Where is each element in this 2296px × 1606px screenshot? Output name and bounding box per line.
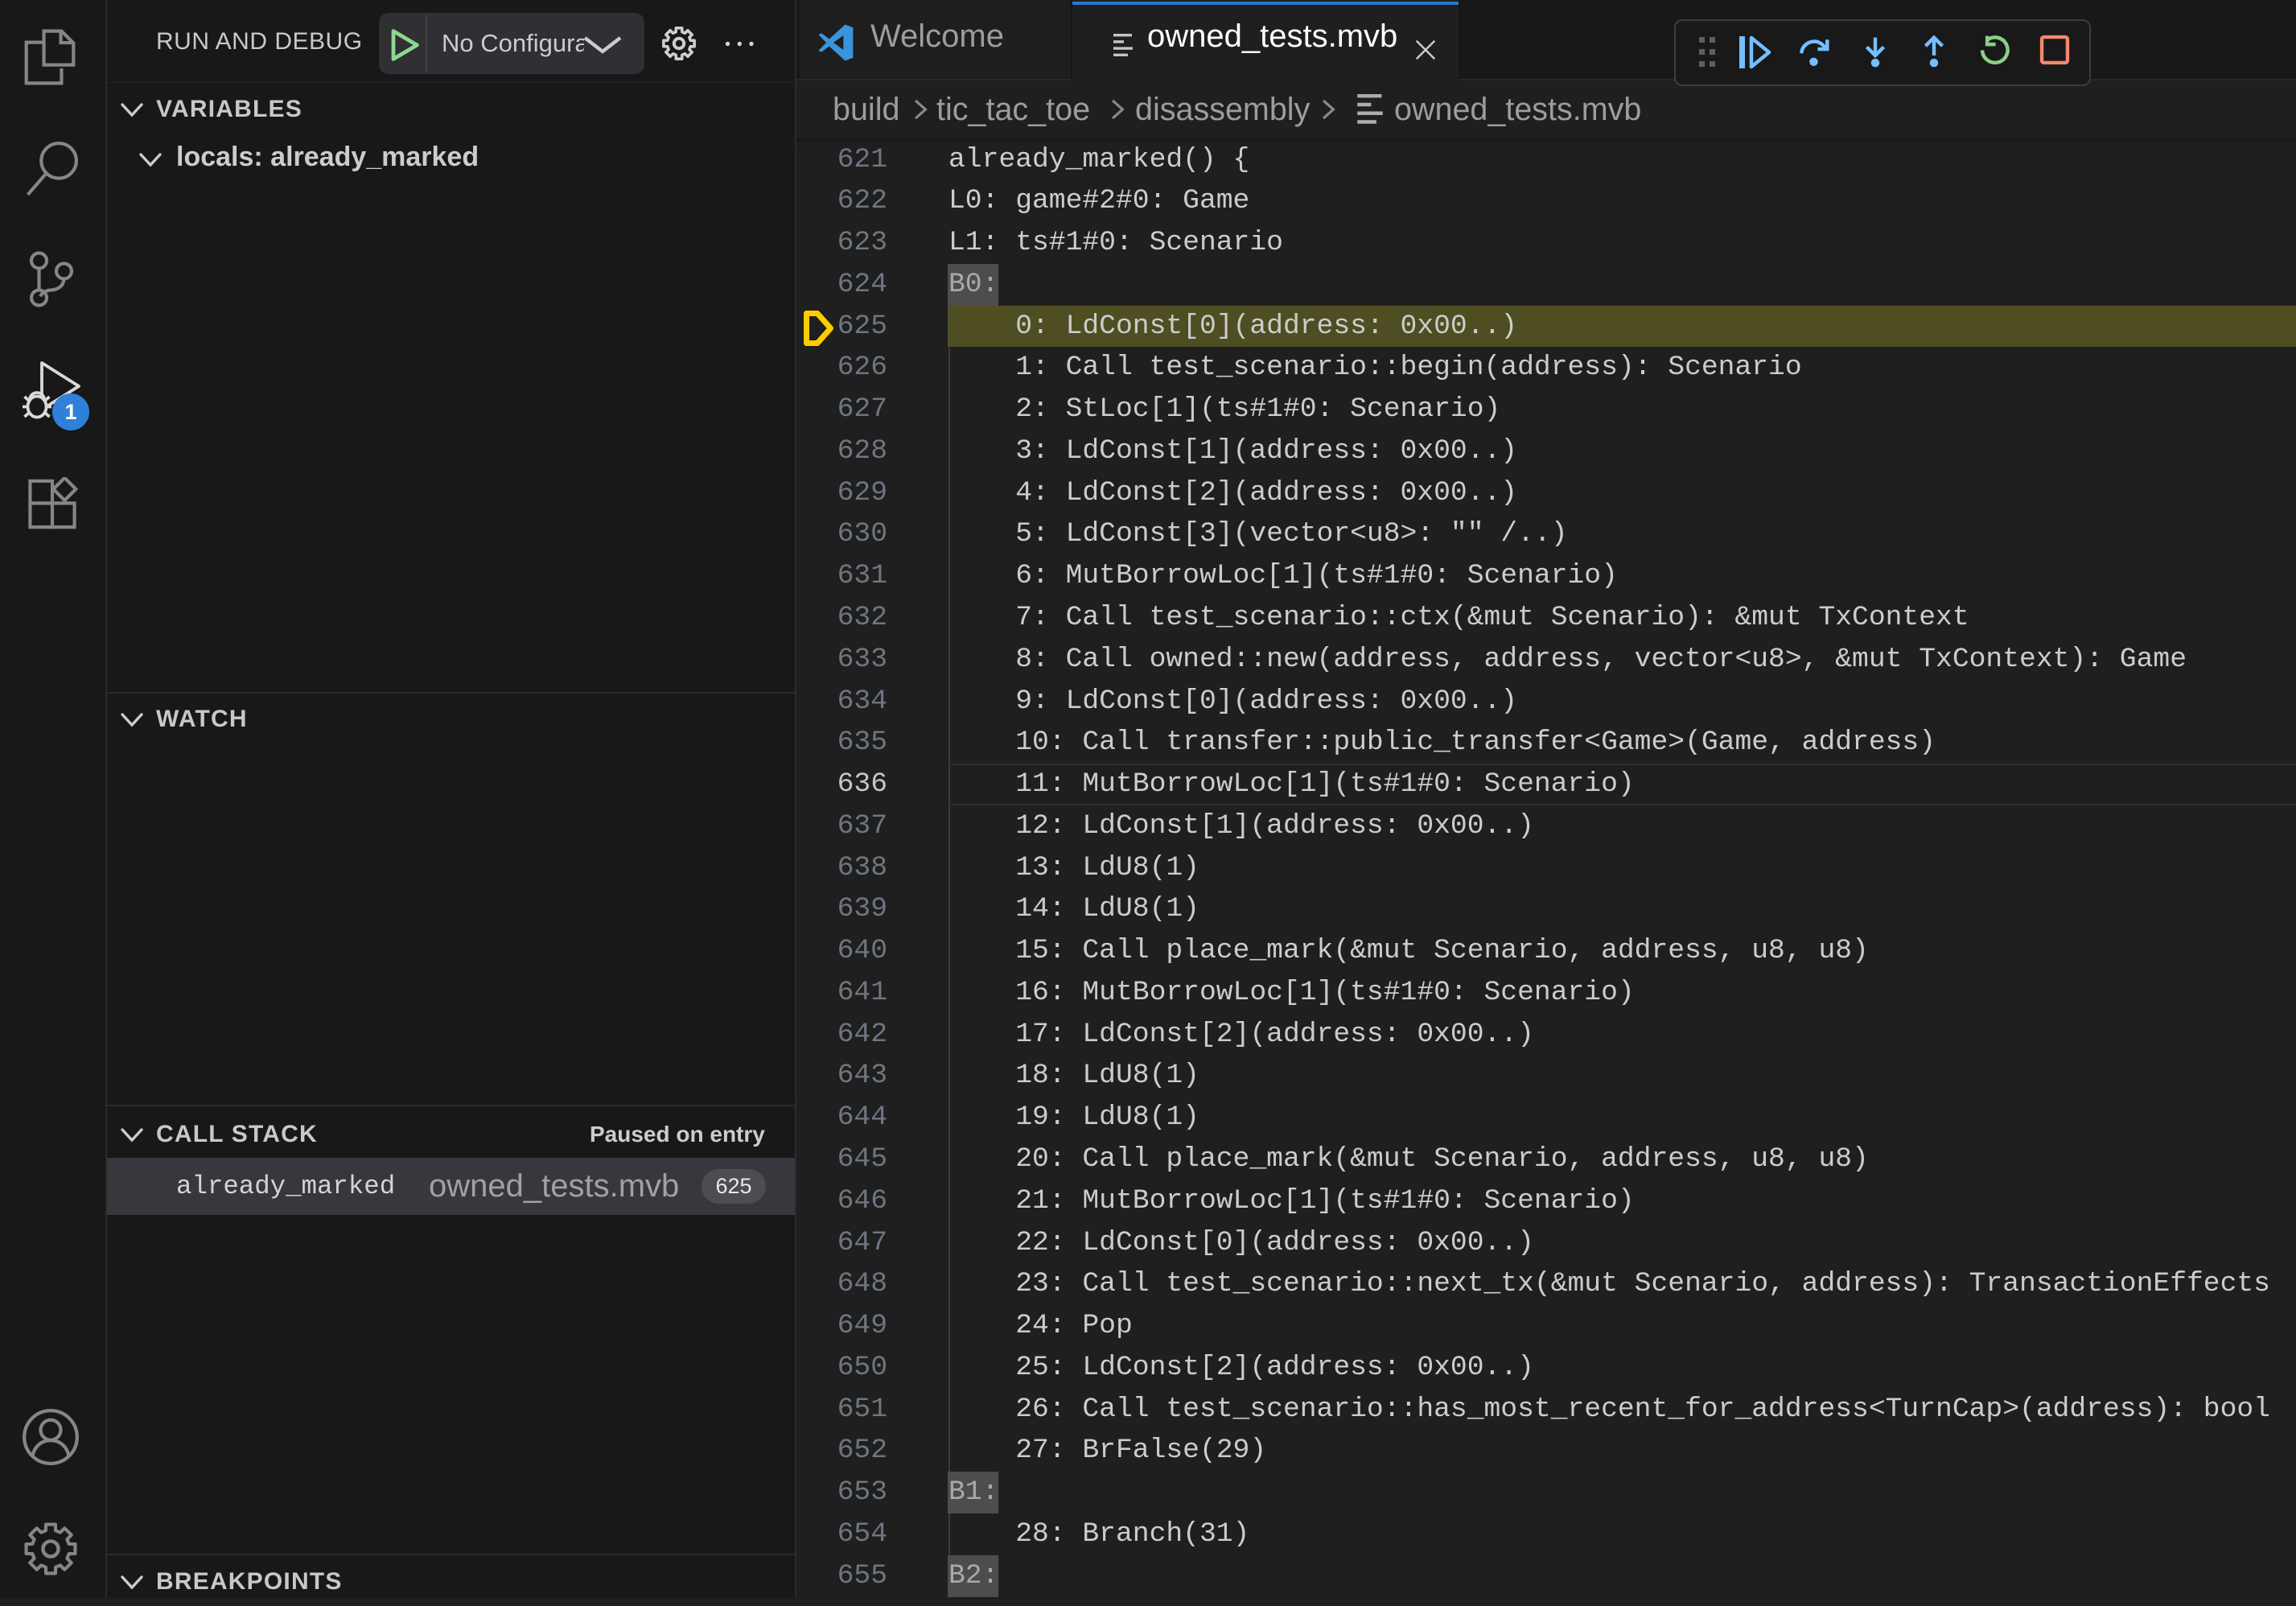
svg-text:1: 1 bbox=[64, 400, 76, 424]
